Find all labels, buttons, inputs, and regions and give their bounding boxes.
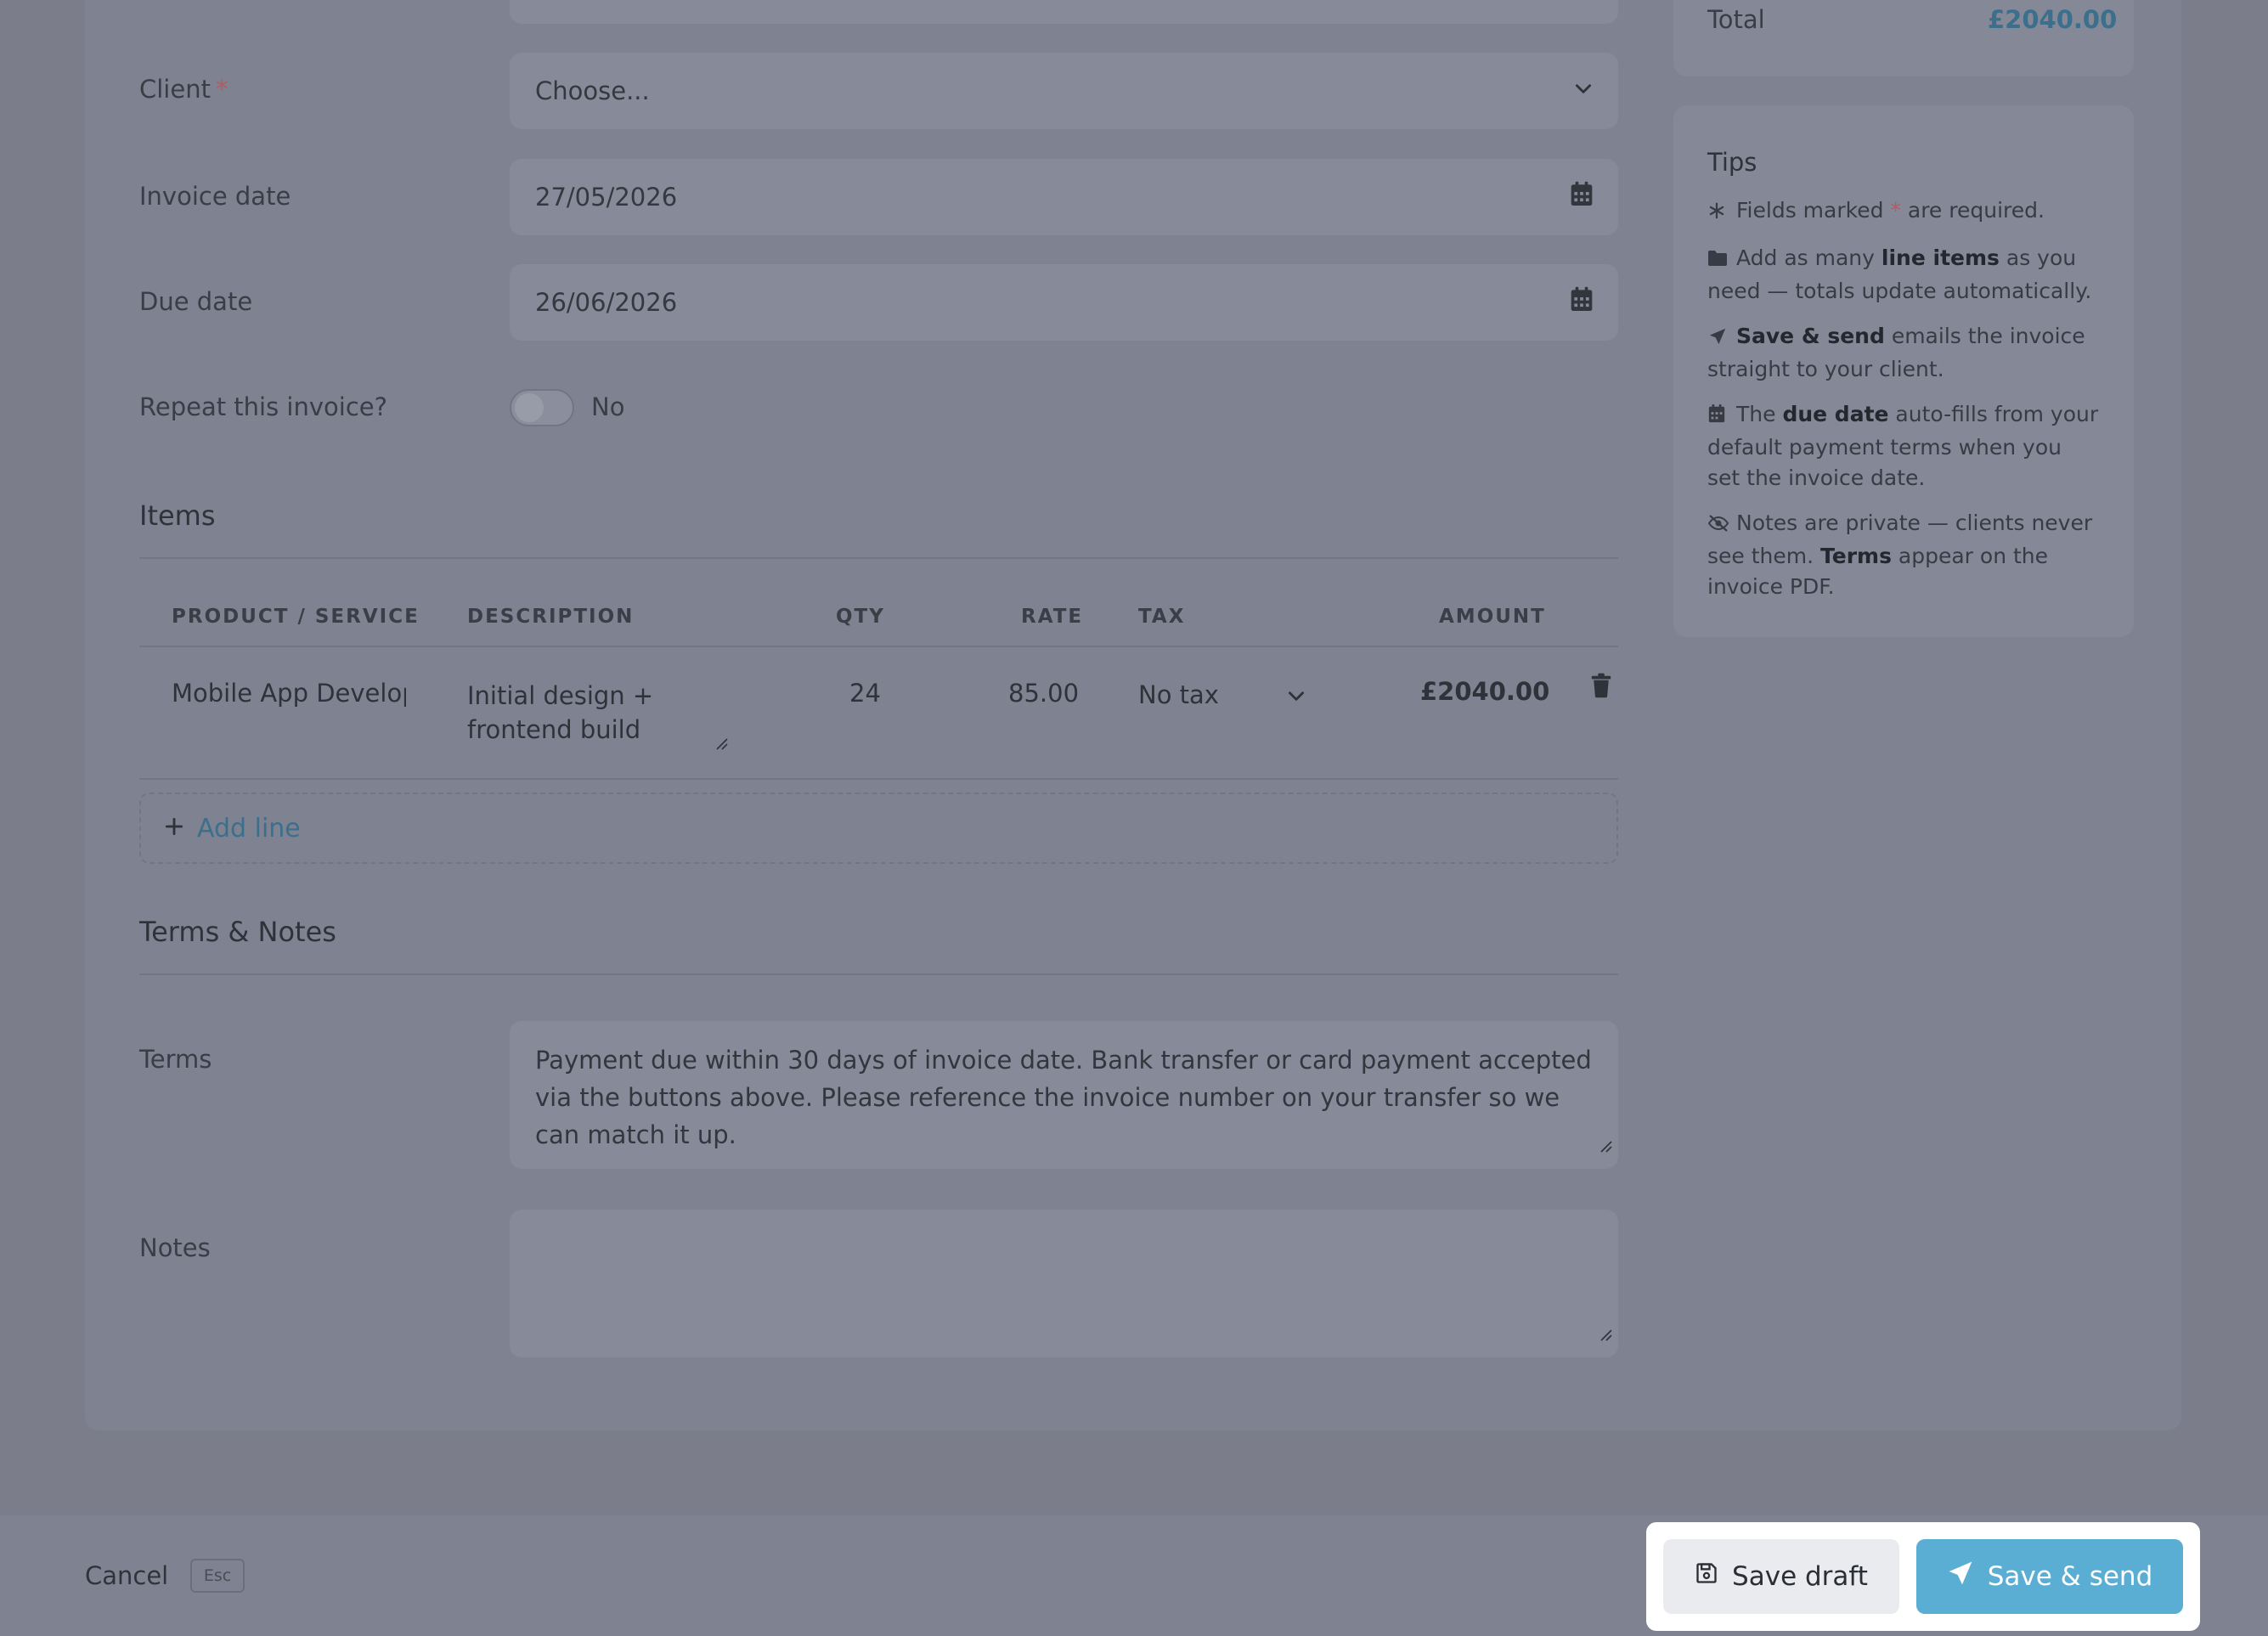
invoice-date-input[interactable]: 27/05/2026 — [510, 159, 1618, 235]
add-line-button[interactable]: Add line — [139, 793, 1618, 864]
notes-textarea[interactable] — [510, 1210, 1618, 1357]
chevron-down-icon — [1572, 76, 1594, 105]
divider — [139, 557, 1618, 559]
client-label: Client * — [139, 75, 228, 104]
toggle-knob — [515, 393, 544, 422]
divider — [139, 646, 1618, 647]
client-select[interactable]: Choose... — [510, 53, 1618, 129]
divider — [139, 973, 1618, 975]
tips-title: Tips — [1707, 148, 1757, 177]
resize-handle-icon[interactable] — [715, 737, 729, 754]
repeat-toggle[interactable] — [510, 389, 574, 426]
invoice-date-value: 27/05/2026 — [535, 183, 678, 212]
chevron-down-icon[interactable] — [1285, 685, 1307, 710]
floppy-disk-icon — [1695, 1561, 1732, 1592]
due-date-value: 26/06/2026 — [535, 288, 678, 317]
tips-panel: Tips Fields marked * are required. Add a… — [1673, 105, 2134, 637]
amount-value: £2040.00 — [1420, 677, 1550, 706]
notes-label: Notes — [139, 1233, 211, 1262]
qty-input[interactable]: 24 — [849, 679, 881, 708]
tip-notes-private: Notes are private — clients never see th… — [1707, 511, 2093, 599]
asterisk-icon — [1707, 198, 1729, 228]
col-product: PRODUCT / SERVICE — [172, 606, 420, 628]
previous-field[interactable] — [510, 0, 1618, 24]
repeat-toggle-value: No — [591, 392, 625, 421]
required-mark: * — [215, 75, 228, 104]
rate-input[interactable]: 85.00 — [1008, 679, 1079, 708]
save-draft-button[interactable]: Save draft — [1663, 1539, 1899, 1614]
cancel-button[interactable]: Cancel — [85, 1561, 168, 1590]
tip-due-date: The due date auto-fills from your defaul… — [1707, 402, 2099, 490]
divider — [139, 778, 1618, 780]
trash-icon[interactable] — [1590, 673, 1612, 702]
eye-slash-icon — [1707, 511, 1729, 541]
calendar-icon[interactable] — [1569, 181, 1594, 214]
calendar-icon — [1707, 402, 1729, 432]
description-input[interactable]: Initial design + frontend build — [467, 679, 653, 747]
resize-handle-icon[interactable] — [1599, 1315, 1613, 1352]
product-input[interactable]: Mobile App Develop — [172, 679, 406, 708]
col-description: DESCRIPTION — [467, 606, 635, 628]
resize-handle-icon[interactable] — [1599, 1126, 1613, 1164]
total-label: Total — [1707, 5, 1765, 34]
plus-icon — [163, 815, 185, 841]
tip-line-items: Add as many line items as you need — tot… — [1707, 245, 2092, 303]
add-line-label: Add line — [197, 813, 301, 843]
col-qty: QTY — [836, 606, 885, 628]
items-title: Items — [139, 499, 216, 532]
terms-notes-title: Terms & Notes — [139, 916, 336, 948]
tip-save-send: Save & send emails the invoice straight … — [1707, 324, 2085, 381]
esc-shortcut-badge: Esc — [190, 1559, 245, 1593]
terms-label: Terms — [139, 1045, 212, 1074]
col-tax: TAX — [1138, 606, 1186, 628]
calendar-icon[interactable] — [1569, 286, 1594, 319]
terms-textarea[interactable]: Payment due within 30 days of invoice da… — [510, 1021, 1618, 1169]
repeat-label: Repeat this invoice? — [139, 392, 388, 421]
client-select-value: Choose... — [535, 76, 650, 105]
total-value: £2040.00 — [1988, 5, 2118, 34]
due-date-label: Due date — [139, 287, 253, 316]
tax-select[interactable]: No tax — [1138, 680, 1219, 709]
paper-plane-icon — [1707, 324, 1729, 354]
save-send-button[interactable]: Save & send — [1916, 1539, 2183, 1614]
paper-plane-icon — [1947, 1560, 1988, 1594]
folder-icon — [1707, 245, 1729, 276]
col-rate: RATE — [1021, 606, 1084, 628]
invoice-date-label: Invoice date — [139, 182, 291, 211]
due-date-input[interactable]: 26/06/2026 — [510, 264, 1618, 341]
tip-required: Fields marked * are required. — [1707, 195, 2100, 228]
col-amount: AMOUNT — [1439, 606, 1546, 628]
